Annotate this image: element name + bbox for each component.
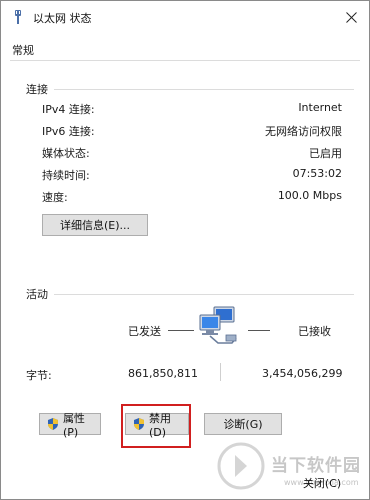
close-button[interactable]: 关闭(C)	[287, 472, 357, 494]
sent-line	[168, 330, 194, 331]
duration-value: 07:53:02	[292, 167, 342, 180]
column-separator	[220, 363, 221, 381]
received-label: 已接收	[298, 325, 331, 338]
media-state-label: 媒体状态:	[42, 147, 90, 160]
received-line	[248, 330, 270, 331]
tab-general[interactable]: 常规	[12, 42, 34, 58]
ipv4-row: IPv4 连接: Internet	[42, 101, 342, 117]
ipv6-row: IPv6 连接: 无网络访问权限	[42, 123, 342, 139]
sent-label: 已发送	[128, 325, 161, 338]
diagnose-button[interactable]: 诊断(G)	[204, 413, 282, 435]
ipv4-label: IPv4 连接:	[42, 103, 95, 116]
media-state-row: 媒体状态: 已启用	[42, 145, 342, 161]
close-window-button[interactable]	[339, 6, 363, 28]
highlight-annotation	[121, 404, 191, 448]
properties-label: 属性(P)	[62, 411, 85, 439]
divider	[54, 293, 354, 295]
properties-button[interactable]: 属性(P)	[39, 412, 101, 439]
details-button[interactable]: 详细信息(E)...	[42, 214, 148, 236]
connection-group-header: 连接	[26, 81, 354, 97]
media-state-value: 已启用	[309, 147, 342, 160]
ipv6-value: 无网络访问权限	[265, 125, 342, 138]
activity-header-label: 活动	[26, 288, 48, 301]
divider	[54, 88, 354, 90]
network-computers-icon	[199, 306, 237, 344]
title-bar: 以太网 状态	[1, 1, 369, 33]
duration-label: 持续时间:	[42, 169, 90, 182]
speed-row: 速度: 100.0 Mbps	[42, 189, 342, 205]
uac-shield-icon	[47, 418, 58, 430]
network-cable-icon	[15, 10, 21, 24]
ipv6-label: IPv6 连接:	[42, 125, 95, 138]
bytes-label: 字节:	[26, 369, 52, 382]
speed-value: 100.0 Mbps	[277, 189, 342, 202]
activity-group-header: 活动	[26, 286, 354, 302]
bytes-received-value: 3,454,056,299	[262, 367, 343, 380]
ipv4-value: Internet	[298, 101, 342, 114]
window-title: 以太网 状态	[33, 12, 92, 25]
tab-strip: 常规	[1, 33, 369, 61]
close-icon	[345, 11, 357, 23]
status-dialog: 以太网 状态 常规 连接 IPv4 连接: Internet IPv6 连接: …	[0, 0, 370, 500]
duration-row: 持续时间: 07:53:02	[42, 167, 342, 183]
bytes-sent-value: 861,850,811	[128, 367, 198, 380]
speed-label: 速度:	[42, 191, 68, 204]
connection-header-label: 连接	[26, 83, 48, 96]
